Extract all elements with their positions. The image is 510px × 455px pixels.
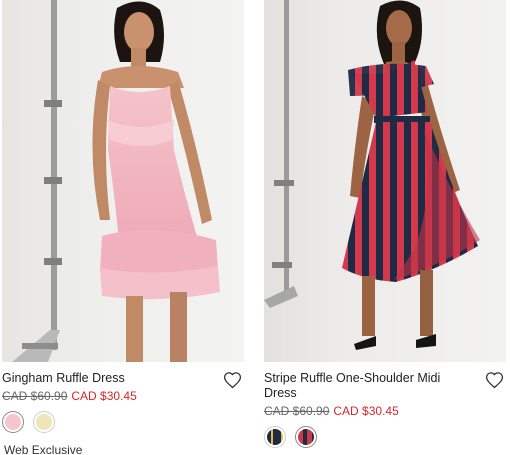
- product-image[interactable]: [264, 0, 506, 362]
- original-price: CAD $60.90: [264, 404, 330, 418]
- original-price: CAD $60.90: [2, 389, 68, 403]
- product-photo-gingham-dress: [2, 0, 244, 362]
- sale-price: CAD $30.45: [333, 404, 399, 418]
- swatch-navy-stripe[interactable]: [264, 426, 286, 448]
- product-card-gingham-ruffle-dress[interactable]: Gingham Ruffle Dress CAD $60.90 CAD $30.4…: [2, 0, 244, 433]
- sale-price: CAD $30.45: [71, 389, 137, 403]
- swatch-pink[interactable]: [2, 411, 24, 433]
- web-exclusive-badge: Web Exclusive: [4, 443, 83, 455]
- heart-outline-icon[interactable]: [223, 371, 242, 389]
- swatch-yellow[interactable]: [33, 411, 55, 433]
- heart-outline-icon[interactable]: [485, 371, 504, 389]
- product-photo-stripe-dress: [264, 0, 506, 362]
- swatch-red-stripe[interactable]: [295, 426, 317, 448]
- product-image[interactable]: [2, 0, 244, 362]
- price-row: CAD $60.90 CAD $30.45: [2, 389, 244, 404]
- product-name[interactable]: Gingham Ruffle Dress: [2, 371, 207, 386]
- color-swatches: [2, 411, 244, 433]
- color-swatches: [264, 426, 506, 448]
- price-row: CAD $60.90 CAD $30.45: [264, 404, 506, 419]
- product-card-stripe-ruffle-midi-dress[interactable]: Stripe Ruffle One-Shoulder Midi Dress CA…: [264, 0, 506, 448]
- product-name[interactable]: Stripe Ruffle One-Shoulder Midi Dress: [264, 371, 469, 401]
